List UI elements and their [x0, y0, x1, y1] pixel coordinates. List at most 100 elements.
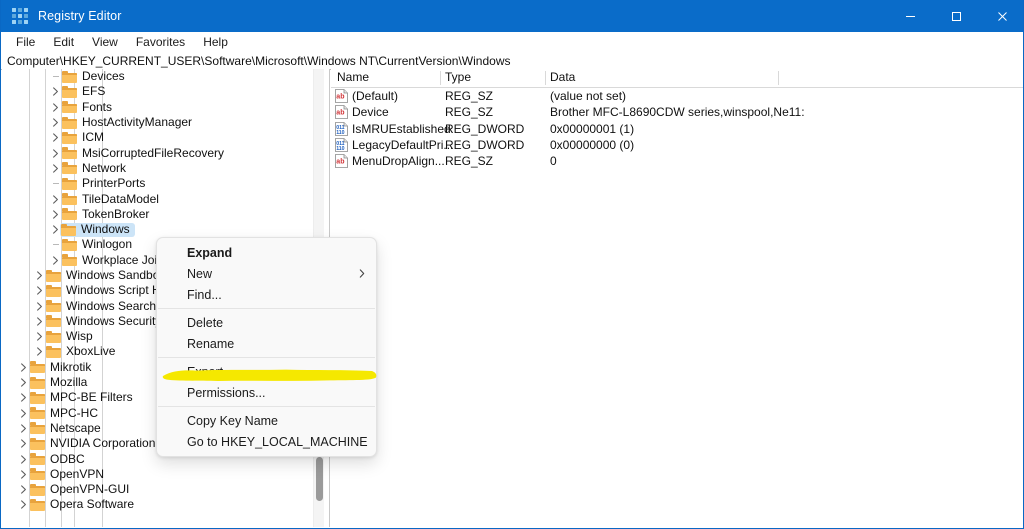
chevron-right-icon[interactable] [18, 452, 29, 467]
string-value-icon: ab [335, 154, 348, 169]
chevron-right-icon[interactable] [18, 406, 29, 421]
chevron-right-icon[interactable] [18, 390, 29, 405]
tree-item-tokenbroker[interactable]: TokenBroker [2, 207, 313, 222]
context-menu-item-expand[interactable]: Expand [157, 242, 376, 263]
chevron-right-icon[interactable] [34, 314, 45, 329]
menu-separator [158, 357, 375, 358]
tree-item-devices[interactable]: Devices [2, 69, 313, 84]
close-button[interactable] [979, 0, 1023, 32]
chevron-right-icon[interactable] [50, 146, 61, 161]
registry-values-panel[interactable]: Name Type Data ab (Default) REG_SZ (value n… [331, 69, 1023, 527]
dword-value-icon: 011 110 [335, 137, 348, 152]
folder-icon [46, 300, 61, 313]
chevron-right-icon[interactable] [18, 375, 29, 390]
folder-icon [62, 238, 77, 251]
svg-text:110: 110 [336, 146, 344, 152]
folder-icon [46, 330, 61, 343]
folder-icon [30, 453, 45, 466]
context-menu-item-rename[interactable]: Rename [157, 333, 376, 354]
tree-item-efs[interactable]: EFS [2, 84, 313, 99]
menu-view[interactable]: View [83, 33, 127, 52]
column-header-type[interactable]: Type [445, 70, 471, 84]
chevron-right-icon[interactable] [18, 482, 29, 497]
chevron-right-icon[interactable] [34, 283, 45, 298]
maximize-button[interactable] [933, 0, 979, 32]
tree-item-icm[interactable]: ICM [2, 130, 313, 145]
chevron-right-icon[interactable] [18, 421, 29, 436]
tree-item-openvpn[interactable]: OpenVPN [2, 467, 313, 482]
context-menu-item-permissions[interactable]: Permissions... [157, 382, 376, 403]
context-menu-item-copy-key-name[interactable]: Copy Key Name [157, 410, 376, 431]
chevron-right-icon[interactable] [50, 161, 61, 176]
value-name: Device [352, 105, 389, 120]
folder-icon [62, 101, 77, 114]
column-divider[interactable] [778, 71, 779, 85]
chevron-right-icon[interactable] [50, 253, 61, 268]
tree-item-label: Wisp [66, 329, 93, 344]
column-header-name[interactable]: Name [337, 70, 369, 84]
column-divider[interactable] [440, 71, 441, 85]
menu-help[interactable]: Help [194, 33, 237, 52]
folder-icon [30, 361, 45, 374]
context-menu-item-new[interactable]: New [157, 263, 376, 284]
chevron-right-icon[interactable] [34, 329, 45, 344]
tree-item-printerports[interactable]: PrinterPorts [2, 176, 313, 191]
address-bar[interactable]: Computer\HKEY_CURRENT_USER\Software\Micr… [1, 52, 1023, 70]
tree-item-msicorruptedfilerecovery[interactable]: MsiCorruptedFileRecovery [2, 145, 313, 160]
chevron-right-icon[interactable] [50, 207, 61, 222]
chevron-right-icon[interactable] [34, 344, 45, 359]
tree-item-tiledatamodel[interactable]: TileDataModel [2, 191, 313, 206]
value-name: LegacyDefaultPri... [352, 138, 454, 153]
chevron-right-icon[interactable] [18, 360, 29, 375]
value-row[interactable]: 011 110 LegacyDefaultPri... REG_DWORD 0x0000… [331, 137, 1023, 153]
chevron-right-icon[interactable] [34, 299, 45, 314]
folder-icon [46, 284, 61, 297]
context-menu-item-export[interactable]: Export [157, 361, 376, 382]
column-divider[interactable] [545, 71, 546, 85]
value-row[interactable]: ab (Default) REG_SZ (value not set) [331, 88, 1023, 104]
context-menu-item-label: Delete [187, 315, 224, 330]
tree-item-fonts[interactable]: Fonts [2, 100, 313, 115]
value-row[interactable]: ab Device REG_SZ Brother MFC-L8690CDW serie… [331, 104, 1023, 120]
chevron-right-icon[interactable] [50, 115, 61, 130]
value-name: MenuDropAlign... [352, 154, 445, 169]
value-row[interactable]: ab MenuDropAlign... REG_SZ 0 [331, 153, 1023, 169]
menu-file[interactable]: File [7, 33, 44, 52]
value-type: REG_SZ [445, 154, 494, 169]
tree-item-label: Windows [81, 222, 130, 237]
minimize-button[interactable] [887, 0, 933, 32]
tree-item-label: Opera Software [50, 497, 135, 512]
folder-icon [62, 131, 77, 144]
tree-item-opera-software[interactable]: Opera Software [2, 497, 313, 512]
context-menu-item-label: Export [187, 364, 224, 379]
chevron-right-icon[interactable] [34, 268, 45, 283]
chevron-right-icon[interactable] [18, 467, 29, 482]
chevron-right-icon[interactable] [50, 100, 61, 115]
chevron-right-icon[interactable] [18, 436, 29, 451]
context-menu-item-delete[interactable]: Delete [157, 312, 376, 333]
tree-item-hostactivitymanager[interactable]: HostActivityManager [2, 115, 313, 130]
tree-item-windows[interactable]: Windows [2, 222, 313, 237]
value-row[interactable]: 011 110 IsMRUEstablished REG_DWORD 0x0000000… [331, 121, 1023, 137]
tree-leaf-marker [50, 237, 61, 252]
context-menu-item-find[interactable]: Find... [157, 284, 376, 305]
tree-scrollbar-thumb[interactable] [316, 457, 323, 501]
string-value-icon: ab [335, 89, 348, 103]
menu-bar: File Edit View Favorites Help [1, 32, 1023, 53]
chevron-right-icon[interactable] [50, 130, 61, 145]
chevron-right-icon[interactable] [18, 497, 29, 512]
context-menu-item-go-to-hkey-local-machine[interactable]: Go to HKEY_LOCAL_MACHINE [157, 431, 376, 452]
menu-favorites[interactable]: Favorites [127, 33, 194, 52]
context-menu: Expand New Find... Delete Rename Export Permis… [156, 237, 377, 457]
menu-edit[interactable]: Edit [44, 33, 83, 52]
value-type: REG_DWORD [445, 121, 525, 136]
chevron-right-icon[interactable] [50, 84, 61, 99]
column-header-data[interactable]: Data [550, 70, 575, 84]
chevron-right-icon[interactable] [50, 192, 61, 207]
registry-path: Computer\HKEY_CURRENT_USER\Software\Micr… [7, 53, 511, 68]
svg-text:110: 110 [336, 130, 344, 136]
tree-item-openvpn-gui[interactable]: OpenVPN-GUI [2, 482, 313, 497]
context-menu-item-label: Permissions... [187, 385, 266, 400]
folder-icon [62, 193, 77, 206]
tree-item-network[interactable]: Network [2, 161, 313, 176]
